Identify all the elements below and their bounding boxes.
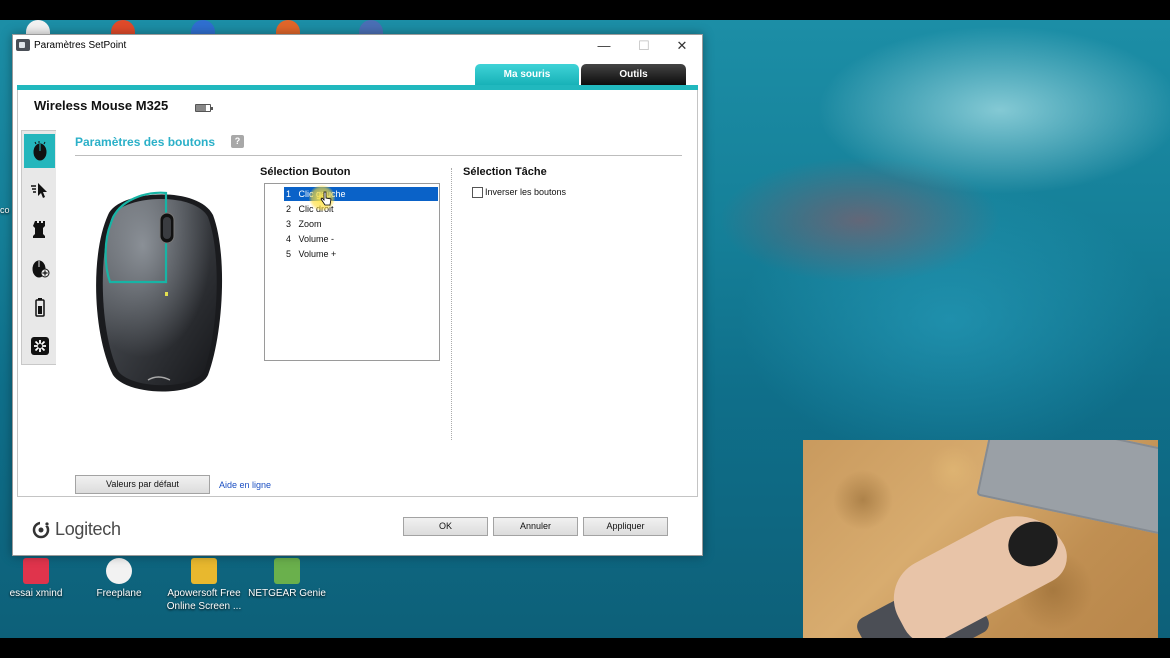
freeplane-icon [106, 558, 132, 584]
button-selection-header: Sélection Bouton [260, 166, 351, 178]
mouse-image [96, 191, 223, 392]
list-item-number: 1 [286, 189, 292, 199]
gear-icon [30, 337, 49, 355]
logitech-wordmark: Logitech [55, 518, 121, 539]
list-item-number: 3 [286, 219, 292, 229]
restore-defaults-button[interactable]: Valeurs par défaut [75, 475, 210, 494]
tab-underline [17, 85, 698, 90]
tab-outils[interactable]: Outils [581, 64, 686, 86]
invert-buttons-checkbox[interactable] [472, 187, 483, 198]
maximize-button[interactable]: ☐ [629, 36, 659, 56]
desktop-icon-partial-label: co [0, 205, 10, 215]
list-item-label: Zoom [298, 219, 322, 229]
button-listbox[interactable]: 1 Clic gauche 2 Clic droit 3 Zoom 4 Volu… [264, 183, 440, 361]
game-piece-icon [32, 221, 45, 238]
apowersoft-icon [191, 558, 217, 584]
desktop-icon-label: NETGEAR Genie [248, 588, 326, 599]
list-item-label: Volume + [298, 249, 337, 259]
task-selection-header: Sélection Tâche [463, 166, 547, 178]
close-button[interactable]: ✕ [667, 36, 697, 56]
list-item-label: Volume - [298, 234, 335, 244]
pointer-speed-icon [30, 183, 47, 198]
desktop-icon-label: essai xmind [9, 588, 63, 599]
sidebar-item-tools[interactable] [24, 329, 55, 363]
sidebar-item-mouse-extra[interactable] [24, 251, 55, 285]
list-item-number: 5 [286, 249, 292, 259]
letterbox-bottom [0, 638, 1170, 658]
help-button[interactable]: ? [231, 135, 244, 148]
online-help-link[interactable]: Aide en ligne [219, 480, 271, 490]
screen: co essai xmind Freeplane Apowersoft Free… [0, 0, 1170, 658]
ok-button[interactable]: OK [403, 517, 488, 536]
list-item-number: 2 [286, 204, 292, 214]
desktop-icon-label: Apowersoft Free Online Screen ... [166, 588, 242, 612]
sidebar-item-game[interactable] [24, 212, 55, 246]
sidebar [21, 130, 56, 365]
list-item-number: 4 [286, 234, 292, 244]
cancel-button[interactable]: Annuler [493, 517, 578, 536]
list-item[interactable]: 2 Clic droit [284, 202, 438, 216]
invert-buttons-label: Inverser les boutons [485, 187, 567, 197]
sidebar-item-battery[interactable] [24, 290, 55, 324]
battery-icon [195, 104, 213, 112]
mouse-plus-icon [32, 260, 49, 278]
column-separator [451, 168, 452, 440]
title-bar[interactable]: Paramètres SetPoint — ☐ ✕ [13, 35, 702, 57]
apply-button[interactable]: Appliquer [583, 517, 668, 536]
mouse-illustration [88, 185, 228, 400]
sidebar-item-buttons[interactable] [24, 134, 55, 168]
list-item[interactable]: 4 Volume - [284, 232, 438, 246]
letterbox-top [0, 0, 1170, 20]
webcam-hand [879, 497, 1077, 638]
section-title: Paramètres des boutons [75, 135, 216, 149]
netgear-icon [274, 558, 300, 584]
setpoint-window: Paramètres SetPoint — ☐ ✕ Ma souris Outi… [12, 34, 703, 556]
xmind-icon [23, 558, 49, 584]
desktop-icon-apowersoft[interactable]: Apowersoft Free Online Screen ... [159, 558, 249, 613]
desktop-icon-label: Freeplane [96, 588, 142, 599]
list-item[interactable]: 1 Clic gauche [284, 187, 438, 201]
window-title: Paramètres SetPoint [34, 40, 127, 51]
minimize-button[interactable]: — [589, 36, 619, 56]
device-name: Wireless Mouse M325 [34, 98, 169, 113]
hand-cursor-icon [320, 191, 332, 206]
list-item[interactable]: 3 Zoom [284, 217, 438, 231]
logitech-logo: Logitech [30, 517, 121, 541]
desktop-icon-xmind[interactable]: essai xmind [0, 558, 81, 600]
sidebar-item-pointer[interactable] [24, 173, 55, 207]
battery-status-icon [34, 298, 45, 317]
mouse-icon [33, 141, 46, 161]
section-divider [75, 155, 682, 156]
webcam-overlay [803, 440, 1158, 638]
list-item[interactable]: 5 Volume + [284, 247, 438, 261]
logitech-logo-icon [32, 520, 50, 539]
tab-ma-souris[interactable]: Ma souris [475, 64, 579, 86]
setpoint-app-icon [16, 39, 30, 51]
desktop-icon-netgear[interactable]: NETGEAR Genie [242, 558, 332, 600]
desktop-icon-freeplane[interactable]: Freeplane [74, 558, 164, 600]
